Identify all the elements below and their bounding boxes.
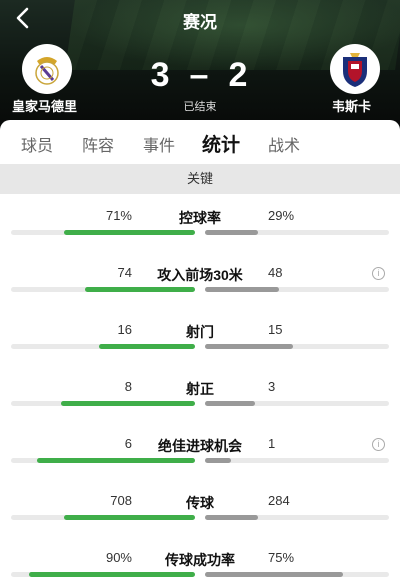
away-score: 2 <box>228 56 250 94</box>
home-stat-track <box>11 572 195 577</box>
tab-lineup[interactable]: 阵容 <box>82 132 114 156</box>
away-stat-track <box>205 344 389 349</box>
away-stat-value: 284 <box>268 493 290 508</box>
away-stat-track <box>205 572 389 577</box>
away-stat-bar <box>205 287 279 292</box>
away-team-name[interactable]: 韦斯卡 <box>332 96 371 115</box>
away-stat-track <box>205 458 389 463</box>
away-stat-bar <box>205 458 231 463</box>
home-stat-bar <box>61 401 195 406</box>
stat-row: 74 攻入前场30米 48 i <box>0 265 400 322</box>
home-stat-bar <box>64 230 195 235</box>
tab-events[interactable]: 事件 <box>143 132 175 156</box>
away-stat-value: 1 <box>268 436 276 451</box>
away-team-crest[interactable] <box>330 44 380 94</box>
home-stat-bar <box>29 572 195 577</box>
away-stat-bar <box>205 401 255 406</box>
away-stat-value: 3 <box>268 379 276 394</box>
away-stat-bar <box>205 515 258 520</box>
stat-row: 8 射正 3 <box>0 379 400 436</box>
away-stat-track <box>205 401 389 406</box>
home-stat-track <box>11 515 195 520</box>
away-stat-track <box>205 515 389 520</box>
home-stat-track <box>11 230 195 235</box>
away-stat-value: 15 <box>268 322 283 337</box>
stat-row: 708 传球 284 <box>0 493 400 550</box>
stat-row: 16 射门 15 <box>0 322 400 379</box>
away-stat-bar <box>205 230 258 235</box>
home-score: 3 <box>150 56 172 94</box>
stat-row: 90% 传球成功率 75% <box>0 550 400 584</box>
away-stat-track <box>205 230 389 235</box>
page-title: 赛况 <box>183 13 217 32</box>
huesca-crest-icon <box>343 53 367 87</box>
section-header-key: 关键 <box>0 164 400 194</box>
score-separator: – <box>189 56 211 94</box>
home-stat-track <box>11 344 195 349</box>
home-stat-track <box>11 458 195 463</box>
tab-bar: 球员 阵容 事件 统计 战术 <box>0 120 400 164</box>
tab-stats[interactable]: 统计 <box>202 130 240 157</box>
home-stat-track <box>11 401 195 406</box>
home-stat-bar <box>37 458 195 463</box>
home-stat-bar <box>64 515 195 520</box>
away-stat-value: 48 <box>268 265 283 280</box>
away-stat-value: 75% <box>268 550 295 565</box>
match-header: 赛况 皇家马德里 3–2 已结束 韦斯卡 <box>0 0 400 140</box>
info-icon[interactable]: i <box>372 438 385 451</box>
info-icon[interactable]: i <box>372 267 385 280</box>
home-stat-bar <box>85 287 195 292</box>
stat-row: 71% 控球率 29% <box>0 208 400 265</box>
away-stat-track <box>205 287 389 292</box>
away-stat-bar <box>205 572 343 577</box>
home-stat-bar <box>99 344 195 349</box>
home-stat-track <box>11 287 195 292</box>
stat-row: 6 绝佳进球机会 1 i <box>0 436 400 493</box>
content-panel: 球员 阵容 事件 统计 战术 关键 71% 控球率 29% 74 攻入前场30米 48 i 1… <box>0 120 400 584</box>
away-stat-bar <box>205 344 293 349</box>
away-stat-value: 29% <box>268 208 295 223</box>
tab-tactics[interactable]: 战术 <box>268 132 300 156</box>
tab-players[interactable]: 球员 <box>21 132 53 156</box>
